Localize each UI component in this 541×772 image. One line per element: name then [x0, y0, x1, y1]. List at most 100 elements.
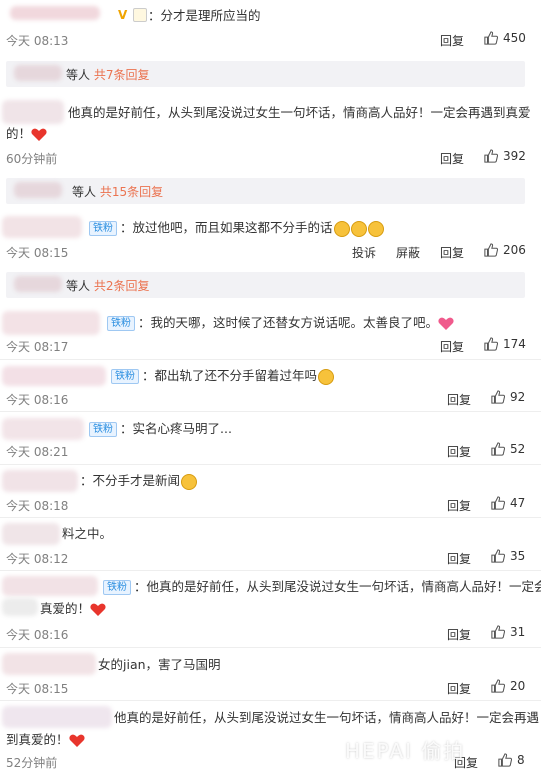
thumb-up-icon	[484, 243, 498, 257]
comment-time: 今天 08:13	[6, 34, 69, 48]
divider	[0, 517, 541, 518]
avatar-name-blur	[2, 653, 96, 675]
comment-time: 今天 08:17	[6, 340, 69, 354]
reply-summary-bar[interactable]: 等人 共15条回复	[6, 178, 525, 204]
like-count: 392	[503, 149, 526, 163]
like-button[interactable]: 450	[484, 31, 526, 45]
comment-text: ：放过他吧，而且如果这都不分手的话	[120, 220, 333, 235]
like-count: 8	[517, 753, 525, 767]
thumb-up-icon	[484, 31, 498, 45]
reply-button[interactable]: 回复	[447, 443, 471, 460]
name-blur	[2, 598, 38, 616]
reply-count-link[interactable]: 共2条回复	[94, 279, 150, 293]
thumb-up-icon	[484, 149, 498, 163]
comment-text: ：都出轨了还不分手留着过年吗	[142, 368, 318, 383]
comment-time: 今天 08:21	[6, 445, 69, 459]
comment-text: 料之中。	[62, 526, 113, 541]
like-button[interactable]: 20	[491, 679, 525, 693]
reply-button[interactable]: 回复	[447, 626, 471, 643]
smile-emoji-icon	[333, 220, 350, 237]
comment-text: 女的jian，害了马国明	[98, 657, 221, 672]
reply-summary-bar[interactable]: 等人 共2条回复	[6, 272, 525, 298]
reply-count-link[interactable]: 共15条回复	[100, 185, 163, 199]
reply-button[interactable]: 回复	[447, 391, 471, 408]
like-count: 206	[503, 243, 526, 257]
like-button[interactable]: 206	[484, 243, 526, 257]
avatar-name-blur	[2, 311, 100, 335]
comment-text: 到真爱的！	[6, 732, 69, 747]
like-count: 47	[510, 496, 526, 510]
divider	[0, 464, 541, 465]
reply-button[interactable]: 回复	[447, 680, 471, 697]
like-button[interactable]: 8	[498, 753, 525, 767]
like-count: 52	[510, 442, 526, 456]
avatar-name-blur	[2, 418, 84, 440]
like-button[interactable]: 35	[491, 549, 525, 563]
comment-text: 的！	[6, 126, 32, 141]
report-button[interactable]: 投诉	[352, 244, 376, 261]
comment-text: 他真的是好前任，从头到尾没说过女生一句坏话，情商高人品好！一定会再遇	[114, 710, 540, 725]
avatar-name-blur	[2, 576, 98, 596]
like-button[interactable]: 92	[491, 390, 525, 404]
like-count: 31	[510, 625, 526, 639]
reply-users-label: 等人	[66, 68, 91, 82]
like-count: 20	[510, 679, 526, 693]
comment-time: 今天 08:16	[6, 628, 69, 642]
reply-users-label: 等人	[72, 185, 97, 199]
like-button[interactable]: 47	[491, 496, 525, 510]
avatar-name-blur	[2, 100, 64, 124]
fan-badge: 铁粉	[89, 422, 117, 437]
heart-icon	[90, 603, 106, 616]
smile-emoji-icon	[350, 220, 367, 237]
laughing-emoji-icon	[181, 473, 198, 490]
hearts-icon	[438, 317, 454, 330]
like-count: 92	[510, 390, 526, 404]
avatar-name-blur	[2, 523, 60, 545]
reply-count-link[interactable]: 共7条回复	[94, 68, 150, 82]
block-button[interactable]: 屏蔽	[396, 244, 420, 261]
vip-icon: V	[118, 8, 128, 22]
like-button[interactable]: 31	[491, 625, 525, 639]
divider	[0, 570, 541, 571]
reply-button[interactable]: 回复	[447, 550, 471, 567]
comment-text: ：他真的是好前任，从头到尾没说过女生一句坏话，情商高人品好！一定会	[134, 579, 541, 594]
like-count: 174	[503, 337, 526, 351]
comment-text: ：不分手才是新闻	[80, 473, 181, 488]
reply-users-label: 等人	[66, 279, 91, 293]
thumb-up-icon	[491, 496, 505, 510]
thumb-up-icon	[491, 442, 505, 456]
reply-button[interactable]: 回复	[440, 32, 464, 49]
comment-time: 今天 08:18	[6, 499, 69, 513]
avatar-blur	[14, 276, 62, 292]
comment-text: ：分才是理所应当的	[148, 8, 261, 23]
watermark: HEPAI 偷拍	[345, 739, 466, 763]
reply-button[interactable]: 回复	[440, 338, 464, 355]
reply-button[interactable]: 回复	[447, 497, 471, 514]
reply-summary-bar[interactable]: 等人 共7条回复	[6, 61, 525, 87]
thumb-up-icon	[491, 390, 505, 404]
heart-icon	[68, 734, 85, 747]
comment-time: 60分钟前	[6, 152, 58, 166]
avatar-name-blur	[2, 366, 106, 386]
fan-badge: 铁粉	[103, 580, 131, 595]
like-count: 35	[510, 549, 526, 563]
reply-button[interactable]: 回复	[440, 150, 464, 167]
shocked-emoji-icon	[318, 368, 335, 385]
like-button[interactable]: 392	[484, 149, 526, 163]
like-button[interactable]: 174	[484, 337, 526, 351]
divider	[0, 359, 541, 360]
thumb-up-icon	[498, 753, 512, 767]
thumb-up-icon	[491, 625, 505, 639]
avatar-name-blur	[2, 216, 82, 238]
comment-time: 今天 08:15	[6, 682, 69, 696]
comment-text: ：我的天哪，这时候了还替女方说话呢。太善良了吧。	[138, 315, 439, 330]
heart-icon	[31, 128, 47, 141]
like-button[interactable]: 52	[491, 442, 525, 456]
avatar-blur	[14, 65, 62, 81]
badge-icon	[133, 8, 147, 22]
comment-text: 他真的是好前任，从头到尾没说过女生一句坏话，情商高人品好！一定会再遇到真爱	[68, 105, 531, 120]
thumb-up-icon	[484, 337, 498, 351]
comment-text: 真爱的！	[40, 601, 91, 616]
reply-button[interactable]: 回复	[440, 244, 464, 261]
smile-emoji-icon	[367, 220, 384, 237]
